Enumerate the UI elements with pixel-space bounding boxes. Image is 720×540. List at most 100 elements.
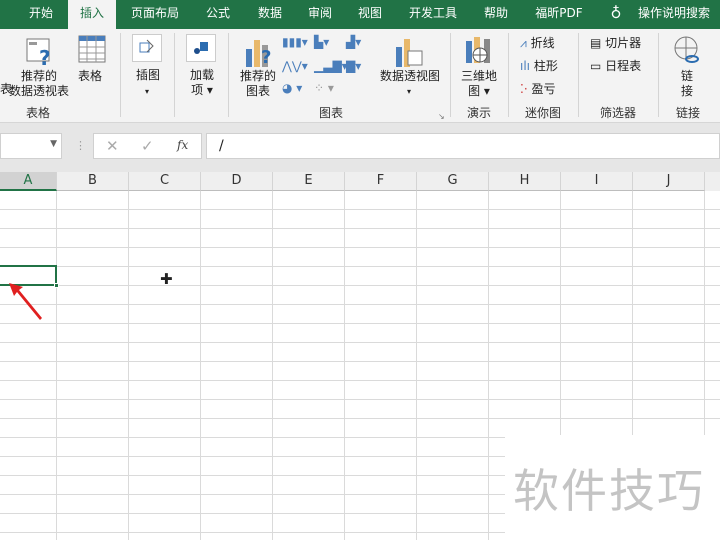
drag-handle-icon[interactable]: ⋮ (75, 139, 86, 152)
label-line: 图表 (246, 84, 271, 98)
addins-icon (186, 34, 216, 62)
divider (658, 33, 659, 117)
label-line: 项 ▾ (191, 83, 213, 97)
tell-me-search[interactable]: 操作说明搜索 (632, 0, 716, 29)
column-header-b[interactable]: B (57, 172, 129, 191)
tab-help[interactable]: 帮助 (474, 0, 518, 29)
group-label-charts: 图表 (319, 106, 344, 120)
label-text: 柱形 (533, 59, 558, 73)
ribbon: 表 ? 推荐的 数据透视表 表格 表格 插图 ▾ 加载项 ▾ ? 推荐的 图表 ▮▮… (0, 29, 720, 123)
tab-data[interactable]: 数据 (248, 0, 292, 29)
tab-page-layout[interactable]: 页面布局 (124, 0, 186, 29)
column-header-i[interactable]: I (561, 172, 633, 191)
confirm-icon[interactable]: ✓ (141, 137, 154, 155)
divider (450, 33, 451, 117)
fill-handle[interactable] (54, 283, 59, 288)
group-label-sparklines: 迷你图 (525, 106, 562, 120)
lightbulb-icon: ♁ (610, 4, 622, 22)
chevron-down-icon: ▾ (145, 87, 150, 96)
pivot-chart-button[interactable]: 数据透视图 (380, 69, 440, 84)
label-text: 图 (468, 84, 481, 98)
red-arrow-annotation-icon (9, 283, 42, 320)
sparkline-winloss-icon: ⁚· (520, 82, 528, 96)
label-line: 推荐的 (20, 69, 57, 83)
label-line: 图 ▾ (468, 84, 490, 98)
sparkline-winloss-button[interactable]: ⁚· 盈亏 (520, 82, 555, 97)
dialog-launcher-icon[interactable]: ↘ (438, 109, 445, 124)
insert-function-icon[interactable]: fx (177, 138, 188, 152)
tab-foxit-pdf[interactable]: 福昕PDF (528, 0, 590, 29)
timeline-icon: ▭ (590, 59, 602, 73)
slicer-button[interactable]: ▤ 切片器 (590, 36, 641, 51)
divider (578, 33, 579, 117)
column-header-d[interactable]: D (201, 172, 273, 191)
column-header-h[interactable]: H (489, 172, 561, 191)
formula-input[interactable]: / (206, 133, 720, 159)
watermark-area: 软件技巧 (505, 435, 720, 540)
combo-chart-icon[interactable]: ▇▾ (346, 59, 361, 74)
hierarchy-chart-icon[interactable]: ▙▾ (314, 35, 329, 50)
svg-text:?: ? (39, 46, 51, 67)
tab-home[interactable]: 开始 (18, 0, 64, 29)
tab-review[interactable]: 审阅 (298, 0, 342, 29)
chevron-down-icon: ▾ (407, 87, 412, 96)
sparkline-column-icon: ılı (520, 59, 531, 73)
label-line: 推荐的 (240, 69, 277, 83)
label-line: 加载 (190, 68, 215, 82)
waterfall-chart-icon[interactable]: ▟▾ (346, 35, 361, 50)
group-label-tours: 演示 (467, 106, 492, 120)
label-line: 数据透视表 (8, 84, 69, 98)
cancel-icon[interactable]: ✕ (106, 137, 119, 155)
table-icon (78, 35, 106, 63)
sparkline-line-button[interactable]: ⩘ 折线 (520, 36, 555, 51)
label-line: 三维地 (461, 69, 498, 83)
name-box[interactable]: ▼ (0, 133, 62, 159)
tab-formulas[interactable]: 公式 (196, 0, 240, 29)
column-header-g[interactable]: G (417, 172, 489, 191)
column-header-j[interactable]: J (633, 172, 705, 191)
tab-developer[interactable]: 开发工具 (402, 0, 464, 29)
svg-text:?: ? (261, 47, 271, 68)
column-chart-icon[interactable]: ▮▮▮▾ (282, 35, 308, 50)
timeline-button[interactable]: ▭ 日程表 (590, 59, 641, 74)
sparkline-column-button[interactable]: ılı 柱形 (520, 59, 558, 74)
column-header-e[interactable]: E (273, 172, 345, 191)
illustrations-button[interactable]: 插图 (136, 68, 160, 83)
scatter-chart-icon[interactable]: ⁘ ▾ (314, 81, 334, 96)
illustrations-icon (132, 34, 162, 62)
addins-button[interactable]: 加载项 ▾ (190, 68, 214, 98)
slicer-icon: ▤ (590, 36, 602, 50)
recommended-pivot-button[interactable]: 推荐的 数据透视表 (8, 69, 70, 99)
link-button[interactable]: 链接 (681, 69, 693, 99)
statistic-chart-icon[interactable]: ▁▃▇▾ (314, 59, 348, 74)
label-text: 切片器 (605, 36, 642, 50)
ribbon-tabs: 开始 插入 页面布局 公式 数据 审阅 视图 开发工具 帮助 福昕PDF ♁ 操… (0, 0, 720, 29)
column-header-a[interactable]: A (0, 172, 57, 191)
sparkline-line-icon: ⩘ (520, 36, 527, 50)
tab-view[interactable]: 视图 (348, 0, 392, 29)
label-text: 折线 (530, 36, 555, 50)
3d-map-button[interactable]: 三维地图 ▾ (461, 69, 497, 99)
tab-insert[interactable]: 插入 (68, 0, 116, 29)
formula-bar-area: ▼ ⋮ ✕ ✓ fx / (0, 123, 720, 172)
divider (228, 33, 229, 117)
pivot-chart-icon (396, 39, 423, 67)
label-line: 链 (681, 69, 694, 83)
pie-chart-icon[interactable]: ◕ ▾ (282, 81, 302, 96)
table-button[interactable]: 表格 (78, 69, 102, 84)
line-chart-icon[interactable]: ⋀⋁▾ (282, 59, 308, 74)
cursor-cross-icon: ✚ (160, 270, 173, 288)
divider (508, 33, 509, 117)
group-label-tables: 表格 (26, 106, 51, 120)
group-label-filters: 筛选器 (600, 106, 637, 120)
column-header-c[interactable]: C (129, 172, 201, 191)
chevron-down-icon[interactable]: ▼ (50, 139, 57, 149)
column-header-f[interactable]: F (345, 172, 417, 191)
formula-buttons: ✕ ✓ fx (93, 133, 202, 159)
label-line: 接 (681, 84, 694, 98)
divider (120, 33, 121, 117)
link-icon (674, 36, 699, 63)
label-text: 日程表 (605, 59, 642, 73)
recommended-charts-button[interactable]: 推荐的 图表 (240, 69, 276, 99)
watermark-text: 软件技巧 (513, 464, 705, 518)
